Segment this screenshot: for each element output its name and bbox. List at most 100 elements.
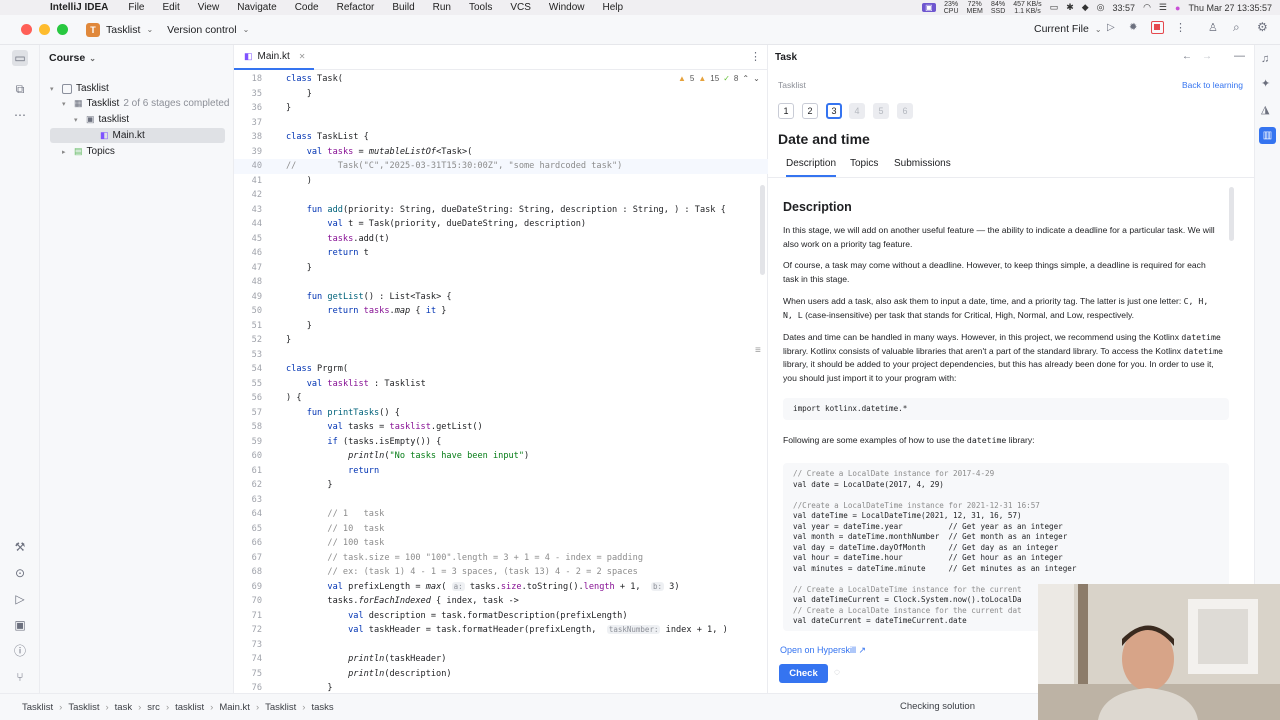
line-number[interactable]: 43 (234, 203, 262, 218)
line-number[interactable]: 74 (234, 652, 262, 667)
line-number[interactable]: 58 (234, 420, 262, 435)
code-line[interactable]: 64 // 1 task (234, 507, 768, 522)
line-number[interactable]: 51 (234, 319, 262, 334)
battery-icon[interactable]: ▭ (1050, 2, 1059, 13)
code-line[interactable]: 56) { (234, 391, 768, 406)
menu-code[interactable]: Code (295, 2, 319, 13)
code-line[interactable]: 46 return t (234, 246, 768, 261)
line-number[interactable]: 44 (234, 217, 262, 232)
task-breadcrumb[interactable]: Tasklist (778, 80, 806, 90)
breadcrumb-item[interactable]: src (147, 702, 160, 713)
code-line[interactable]: 72 val taskHeader = task.formatHeader(pr… (234, 623, 768, 638)
services-tool-icon[interactable]: ⊙ (12, 565, 28, 581)
line-number[interactable]: 67 (234, 551, 262, 566)
code-line[interactable]: 38 class TaskList { (234, 130, 768, 145)
wifi-icon[interactable]: ◠ (1143, 2, 1151, 13)
arrow-left-icon[interactable]: ← (1182, 51, 1192, 62)
menu-tools[interactable]: Tools (469, 2, 492, 13)
line-number[interactable]: 61 (234, 464, 262, 479)
menu-vcs[interactable]: VCS (510, 2, 531, 13)
git-tool-icon[interactable]: ⑂ (12, 669, 28, 685)
code-line[interactable]: 40 // Task("C","2025-03-31T15:30:00Z", "s… (234, 159, 768, 174)
code-line[interactable]: 54 class Prgrm( (234, 362, 768, 377)
run-tool-icon[interactable]: ▷ (12, 591, 28, 607)
task-tool-icon[interactable]: ▥ (1259, 127, 1276, 144)
line-number[interactable]: 46 (234, 246, 262, 261)
code-line[interactable]: 55 val tasklist : Tasklist (234, 377, 768, 392)
tree-item-tasklist-root[interactable]: ▾ Tasklist (50, 81, 109, 96)
debug-icon[interactable]: ✹ (1129, 22, 1137, 33)
ai-assistant-icon[interactable]: ✦ (1261, 77, 1270, 90)
code-line[interactable]: 65 // 10 task (234, 522, 768, 537)
code-line[interactable]: 69 val prefixLength = max( a: tasks.size… (234, 580, 768, 595)
code-line[interactable]: 52} (234, 333, 768, 348)
line-number[interactable]: 63 (234, 493, 262, 508)
run-icon[interactable]: ▷ (1107, 22, 1115, 33)
code-line[interactable]: 39 val tasks = mutableListOf<Task>( (234, 145, 768, 160)
structure-tool-icon[interactable]: ⧉ (12, 81, 28, 97)
breadcrumb-item[interactable]: tasklist (175, 702, 204, 713)
line-number[interactable]: 62 (234, 478, 262, 493)
line-number[interactable]: 55 (234, 377, 262, 392)
stage-1-button[interactable]: 1 (778, 103, 794, 119)
line-number[interactable]: 65 (234, 522, 262, 537)
window-close-button[interactable] (21, 24, 32, 35)
line-number[interactable]: 18 (234, 72, 262, 87)
menu-app-name[interactable]: IntelliJ IDEA (50, 2, 108, 13)
notifications-icon[interactable]: ♫ (1261, 53, 1269, 65)
tab-submissions[interactable]: Submissions (894, 158, 951, 169)
code-line[interactable]: 48 (234, 275, 768, 290)
editor-tabs-more-icon[interactable]: ⋮ (750, 50, 761, 63)
line-number[interactable]: 52 (234, 333, 262, 348)
menu-navigate[interactable]: Navigate (237, 2, 276, 13)
code-line[interactable]: 42 (234, 188, 768, 203)
line-number[interactable]: 47 (234, 261, 262, 276)
menu-run[interactable]: Run (433, 2, 451, 13)
code-line[interactable]: 43 fun add(priority: String, dueDateStri… (234, 203, 768, 218)
code-line[interactable]: 68 // ex: (task 1) 4 - 1 = 3 spaces, (ta… (234, 565, 768, 580)
line-number[interactable]: 36 (234, 101, 262, 116)
line-number[interactable]: 42 (234, 188, 262, 203)
line-number[interactable]: 40 (234, 159, 262, 174)
code-line[interactable]: 62 } (234, 478, 768, 493)
breadcrumb-item[interactable]: Main.kt (219, 702, 250, 713)
build-tool-icon[interactable]: ⚒ (12, 539, 28, 555)
more-icon[interactable]: ⋮ (1175, 21, 1186, 34)
menu-edit[interactable]: Edit (162, 2, 179, 13)
stage-3-button[interactable]: 3 (826, 103, 842, 119)
line-number[interactable]: 35 (234, 87, 262, 102)
line-number[interactable]: 64 (234, 507, 262, 522)
code-line[interactable]: 74 println(taskHeader) (234, 652, 768, 667)
line-number[interactable]: 60 (234, 449, 262, 464)
control-center-icon[interactable]: ☰ (1159, 2, 1167, 13)
code-line[interactable]: 58 val tasks = tasklist.getList() (234, 420, 768, 435)
back-to-learning-link[interactable]: Back to learning (1182, 80, 1243, 90)
code-line[interactable]: 75 println(description) (234, 667, 768, 682)
tree-item-tasklist-lesson[interactable]: ▾ ▦ Tasklist 2 of 6 stages completed (62, 96, 230, 111)
menu-view[interactable]: View (198, 2, 220, 13)
line-number[interactable]: 56 (234, 391, 262, 406)
breadcrumb-item[interactable]: Tasklist (22, 702, 53, 713)
menubar-datetime[interactable]: Thu Mar 27 13:35:57 (1188, 3, 1272, 13)
code-line[interactable]: 47 } (234, 261, 768, 276)
menu-refactor[interactable]: Refactor (337, 2, 375, 13)
line-number[interactable]: 39 (234, 145, 262, 160)
editor-scrollbar[interactable] (760, 185, 765, 275)
minimize-panel-icon[interactable]: — (1234, 50, 1245, 62)
open-on-hyperskill-link[interactable]: Open on Hyperskill ↗ (780, 645, 866, 656)
line-number[interactable]: 69 (234, 580, 262, 595)
check-button[interactable]: Check (779, 664, 828, 683)
task-scrollbar[interactable] (1229, 187, 1234, 241)
code-line[interactable]: 59 if (tasks.isEmpty()) { (234, 435, 768, 450)
tree-item-main-kt[interactable]: ◧ Main.kt (50, 128, 225, 143)
code-line[interactable]: 44 val t = Task(priority, dueDateString,… (234, 217, 768, 232)
code-line[interactable]: 18 class Task( (234, 72, 768, 87)
project-tool-icon[interactable]: ▭ (12, 50, 28, 66)
more-tools-icon[interactable]: ⋯ (12, 107, 28, 123)
stop-icon[interactable] (1151, 21, 1164, 34)
line-number[interactable]: 59 (234, 435, 262, 450)
settings-icon[interactable]: ⚙ (1257, 20, 1268, 34)
tab-main-kt[interactable]: ◧ Main.kt ✕ (234, 45, 314, 70)
code-line[interactable]: 60 println("No tasks have been input") (234, 449, 768, 464)
breadcrumb-item[interactable]: task (115, 702, 132, 713)
